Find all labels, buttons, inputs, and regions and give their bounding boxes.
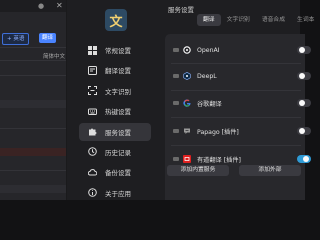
tab-tts[interactable]: 语音合成 — [256, 14, 291, 26]
service-settings-pane: 服务设置 翻译 文字识别 语音合成 生词本 OpenAI DeepL 谷歌翻译 … — [157, 0, 314, 200]
translate-button[interactable]: 翻译 — [39, 33, 57, 43]
add-external-service-button[interactable]: 添加外部 — [239, 165, 301, 176]
service-name: DeepL — [197, 72, 217, 80]
service-name: Papago [插件] — [197, 128, 239, 136]
divider — [171, 90, 301, 91]
service-name: OpenAI — [197, 46, 220, 54]
app-logo: 文 — [105, 9, 127, 31]
service-item-google[interactable]: 谷歌翻译 — [173, 96, 311, 110]
service-tabs: 翻译 文字识别 语音合成 生词本 — [197, 14, 320, 26]
background-titlebar: ● ✕ — [0, 0, 66, 12]
service-item-deepl[interactable]: DeepL — [173, 69, 311, 83]
settings-window: 文 常规设置 翻译设置 文字识别 热键设置 服务设置 历史记录 备份设置 关于应… — [67, 0, 314, 200]
divider — [171, 117, 301, 118]
openai-icon — [183, 46, 191, 54]
sidebar-item-hotkey[interactable]: 热键设置 — [79, 102, 151, 120]
add-builtin-service-button[interactable]: 添加内置服务 — [167, 165, 229, 176]
divider — [171, 145, 301, 146]
service-item-youdao[interactable]: 有道翻译 [插件] — [173, 152, 311, 166]
divider — [0, 47, 66, 48]
keyboard-icon — [87, 106, 97, 116]
sidebar-item-ocr[interactable]: 文字识别 — [79, 82, 151, 100]
sidebar-item-label: 关于应用 — [105, 189, 131, 198]
result-row — [0, 100, 66, 108]
target-language-label[interactable]: 简体中文 — [43, 52, 65, 60]
scan-text-icon — [87, 86, 97, 96]
document-translate-icon — [87, 65, 97, 75]
service-toggle[interactable] — [297, 99, 311, 107]
deepl-icon — [183, 72, 191, 80]
sidebar-item-translate[interactable]: 翻译设置 — [79, 61, 151, 79]
close-icon[interactable]: ✕ — [56, 1, 63, 10]
papago-icon — [183, 127, 191, 135]
puzzle-icon — [87, 127, 97, 137]
sidebar-item-label: 服务设置 — [105, 128, 131, 137]
service-name: 有道翻译 [插件] — [197, 156, 241, 164]
drag-handle-icon[interactable] — [173, 157, 179, 161]
drag-handle-icon[interactable] — [173, 101, 179, 105]
tab-translate[interactable]: 翻译 — [197, 14, 221, 26]
drag-handle-icon[interactable] — [173, 129, 179, 133]
divider — [171, 63, 301, 64]
app-grid-icon — [87, 45, 97, 55]
tab-ocr[interactable]: 文字识别 — [221, 14, 256, 26]
sidebar-item-general[interactable]: 常规设置 — [79, 41, 151, 59]
tab-vocabulary[interactable]: 生词本 — [291, 14, 320, 26]
divider — [0, 60, 66, 61]
sidebar-nav: 常规设置 翻译设置 文字识别 热键设置 服务设置 历史记录 备份设置 关于应用 — [79, 41, 151, 204]
sidebar-item-label: 历史记录 — [105, 148, 131, 157]
service-name: 谷歌翻译 — [197, 100, 222, 108]
service-toggle[interactable] — [297, 155, 311, 163]
service-toggle[interactable] — [297, 46, 311, 54]
background-toolbar: + 英语 翻译 — [0, 32, 66, 46]
sidebar-item-label: 备份设置 — [105, 169, 131, 178]
service-toggle[interactable] — [297, 127, 311, 135]
sidebar: 文 常规设置 翻译设置 文字识别 热键设置 服务设置 历史记录 备份设置 关于应… — [67, 0, 157, 200]
add-language-button[interactable]: + 英语 — [2, 33, 30, 45]
sidebar-item-about[interactable]: 关于应用 — [79, 184, 151, 202]
sidebar-item-backup[interactable]: 备份设置 — [79, 163, 151, 181]
history-icon — [87, 147, 97, 157]
background-window: ● ✕ + 英语 翻译 简体中文 — [0, 0, 67, 200]
drag-handle-icon[interactable] — [173, 48, 179, 52]
service-toggle[interactable] — [297, 72, 311, 80]
sidebar-item-label: 翻译设置 — [105, 67, 131, 76]
pin-icon[interactable]: ● — [38, 2, 44, 10]
sidebar-item-history[interactable]: 历史记录 — [79, 143, 151, 161]
result-row — [0, 185, 66, 193]
sidebar-item-label: 文字识别 — [105, 87, 131, 96]
divider — [0, 75, 66, 76]
sidebar-item-label: 热键设置 — [105, 108, 131, 117]
result-row — [0, 148, 66, 156]
youdao-icon — [183, 155, 191, 163]
service-item-openai[interactable]: OpenAI — [173, 43, 311, 57]
google-icon — [183, 99, 191, 107]
sidebar-item-service[interactable]: 服务设置 — [79, 122, 151, 141]
info-icon — [87, 188, 97, 198]
service-item-papago[interactable]: Papago [插件] — [173, 124, 311, 138]
sidebar-item-label: 常规设置 — [105, 47, 131, 55]
divider — [0, 128, 66, 129]
divider — [0, 170, 66, 171]
service-actions: 添加内置服务 添加外部 — [167, 165, 301, 177]
page-title: 服务设置 — [168, 6, 194, 14]
cloud-sync-icon — [87, 167, 97, 177]
drag-handle-icon[interactable] — [173, 74, 179, 78]
